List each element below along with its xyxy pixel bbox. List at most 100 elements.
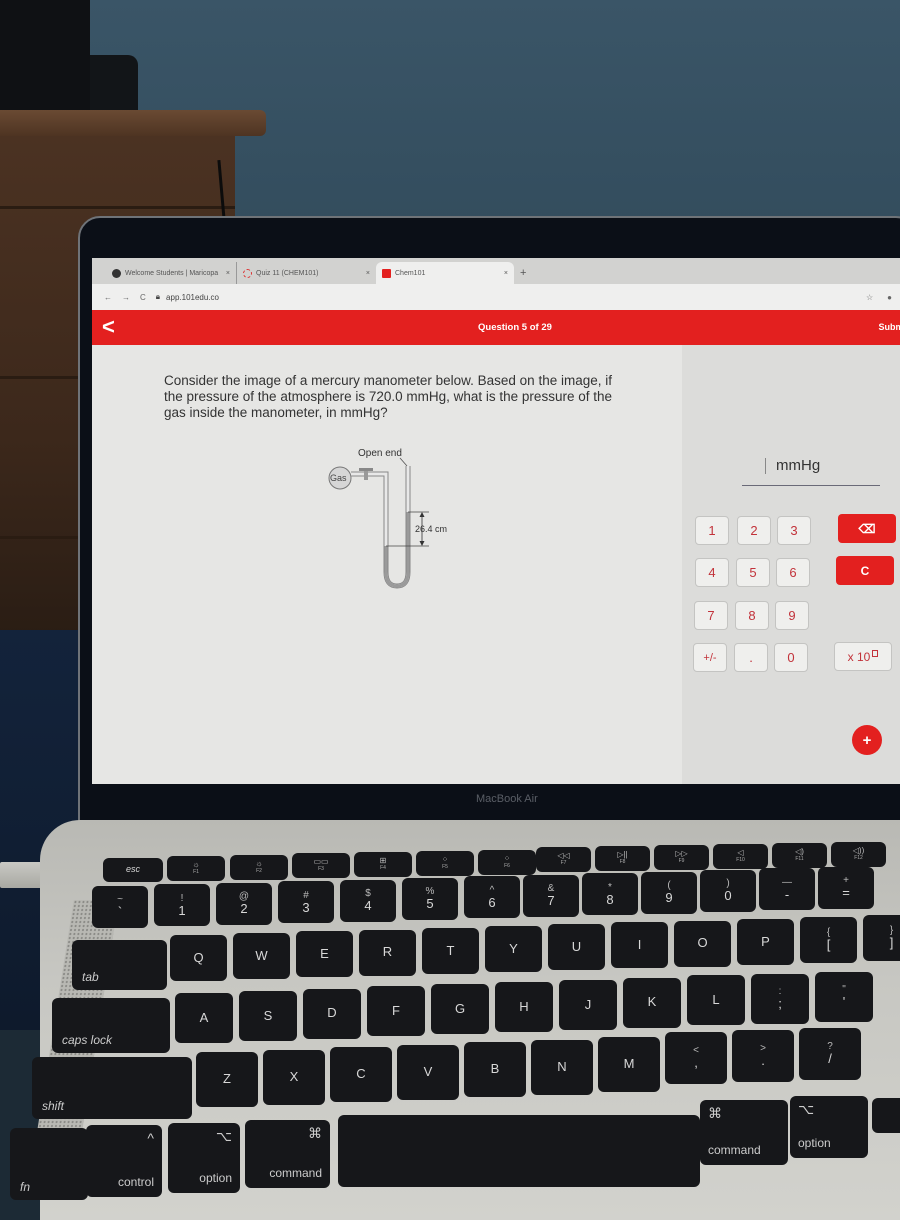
close-tab-icon[interactable]: × — [366, 270, 370, 277]
key-command-left[interactable]: ⌘ command — [245, 1120, 330, 1188]
key-fn[interactable]: fn — [10, 1128, 88, 1200]
key-option-left[interactable]: ⌥ option — [168, 1123, 240, 1193]
key-f11[interactable]: ◁) F11 — [772, 843, 827, 868]
key-m[interactable]: M — [598, 1037, 660, 1092]
key-f3[interactable]: ▭▭ F3 — [292, 853, 350, 878]
key-number-11[interactable]: — - — [759, 868, 815, 911]
key-control[interactable]: ^ control — [86, 1125, 162, 1197]
profile-icon[interactable]: ● — [887, 293, 892, 302]
key-number-9[interactable]: (9 — [641, 871, 697, 914]
clear-button[interactable]: C — [836, 556, 894, 585]
key-f[interactable]: F — [367, 986, 425, 1037]
key-f9[interactable]: ▷▷ F9 — [654, 845, 709, 870]
keypad-4[interactable]: 4 — [695, 558, 729, 587]
key-c[interactable]: C — [330, 1047, 392, 1102]
tab-chem101[interactable]: Chem101 × — [376, 262, 514, 284]
key-number-4[interactable]: $4 — [340, 879, 396, 922]
key-f5[interactable]: ⁘ F5 — [416, 851, 474, 876]
key-punct-z-0[interactable]: <, — [665, 1032, 727, 1084]
forward-nav-icon[interactable]: → — [122, 293, 130, 302]
back-nav-icon[interactable]: ← — [104, 293, 112, 302]
keypad-9[interactable]: 9 — [775, 601, 809, 630]
key-l[interactable]: L — [687, 975, 745, 1026]
key-d[interactable]: D — [303, 988, 361, 1039]
key-shift[interactable]: shift — [32, 1057, 192, 1119]
key-punct-0[interactable]: :; — [751, 974, 809, 1024]
backspace-button[interactable]: ⌫ — [838, 514, 896, 543]
keypad-1[interactable]: 1 — [695, 516, 729, 545]
key-number-3[interactable]: #3 — [278, 881, 334, 924]
key-number-6[interactable]: ^ 6 — [464, 876, 520, 919]
key-a[interactable]: A — [175, 993, 233, 1043]
key-command-right[interactable]: ⌘ command — [700, 1100, 788, 1165]
key-n[interactable]: N — [531, 1039, 593, 1095]
close-tab-icon[interactable]: × — [226, 270, 230, 277]
key-f2[interactable]: ☼ F2 — [230, 855, 288, 880]
tab-welcome-students[interactable]: Welcome Students | Maricopa × — [106, 262, 236, 284]
key-h[interactable]: H — [495, 982, 553, 1032]
key-number-5[interactable]: % 5 — [402, 878, 458, 920]
new-tab-button[interactable]: + — [520, 267, 526, 279]
key-space[interactable] — [338, 1115, 700, 1187]
key-punct-z-1[interactable]: >. — [732, 1030, 794, 1082]
keypad-6[interactable]: 6 — [776, 558, 810, 587]
key-caps-lock[interactable]: caps lock — [52, 998, 170, 1053]
key-f7[interactable]: ◁◁ F7 — [536, 847, 591, 872]
key-r[interactable]: R — [359, 929, 416, 976]
key-f6[interactable]: ⁘ F6 — [478, 850, 536, 875]
submit-button[interactable]: Submi — [878, 322, 900, 332]
key-s[interactable]: S — [239, 990, 297, 1041]
key-z[interactable]: Z — [196, 1052, 258, 1107]
keypad-5[interactable]: 5 — [736, 558, 770, 587]
tab-quiz-11[interactable]: Quiz 11 (CHEM101) × — [236, 262, 376, 284]
key-x[interactable]: X — [263, 1049, 325, 1105]
key-f1[interactable]: ☼ F1 — [167, 856, 225, 881]
key-number-2[interactable]: @2 — [216, 882, 272, 925]
key-bracket-1[interactable]: }] — [863, 915, 900, 961]
key-esc[interactable]: esc — [103, 858, 163, 882]
key-number-8[interactable]: * 8 — [582, 873, 638, 916]
key-number-7[interactable]: & 7 — [523, 874, 579, 917]
bookmark-star-icon[interactable]: ☆ — [866, 293, 873, 302]
keypad-2[interactable]: 2 — [737, 516, 771, 545]
key-v[interactable]: V — [397, 1044, 459, 1100]
key-e[interactable]: E — [296, 931, 353, 978]
key-f4[interactable]: ⊞ F4 — [354, 852, 412, 877]
key-number-12[interactable]: + = — [818, 866, 874, 909]
key-i[interactable]: I — [611, 922, 668, 969]
key-j[interactable]: J — [559, 979, 617, 1030]
key-b[interactable]: B — [464, 1042, 526, 1097]
keypad-0[interactable]: 0 — [774, 643, 808, 672]
key-arrow-left[interactable] — [872, 1098, 900, 1133]
decimal-button[interactable]: . — [734, 643, 768, 672]
answer-input[interactable]: mmHg — [742, 453, 880, 486]
plus-minus-button[interactable]: +/- — [693, 643, 727, 672]
add-button[interactable]: + — [852, 725, 882, 755]
key-option-right[interactable]: ⌥ option — [790, 1096, 868, 1158]
key-w[interactable]: W — [233, 933, 290, 980]
key-punct-z-2[interactable]: ? / — [799, 1028, 861, 1080]
keypad-3[interactable]: 3 — [777, 516, 811, 545]
times-ten-power-button[interactable]: x 10 — [834, 642, 892, 671]
key-g[interactable]: G — [431, 984, 489, 1035]
key-number-10[interactable]: ) 0 — [700, 870, 756, 912]
keypad-8[interactable]: 8 — [735, 601, 769, 630]
key-bracket-0[interactable]: {[ — [800, 917, 857, 963]
close-tab-icon[interactable]: × — [504, 270, 508, 277]
key-u[interactable]: U — [548, 924, 605, 971]
key-q[interactable]: Q — [170, 935, 227, 981]
keypad-7[interactable]: 7 — [694, 601, 728, 630]
key-o[interactable]: O — [674, 920, 731, 967]
key-number-0[interactable]: ~ ` — [92, 886, 148, 928]
key-punct-1[interactable]: " ' — [815, 972, 873, 1022]
key-y[interactable]: Y — [485, 926, 542, 972]
key-f8[interactable]: ▷|| F8 — [595, 846, 650, 871]
url-field[interactable]: 🔒︎ app.101edu.co — [156, 292, 219, 302]
key-tab[interactable]: tab — [72, 940, 167, 990]
key-f12[interactable]: ◁)) F12 — [831, 842, 886, 867]
key-t[interactable]: T — [422, 927, 479, 974]
reload-icon[interactable]: C — [140, 293, 146, 302]
back-chevron-icon[interactable]: < — [102, 314, 115, 340]
key-f10[interactable]: ◁ F10 — [713, 844, 768, 869]
key-number-1[interactable]: ! 1 — [154, 884, 210, 927]
